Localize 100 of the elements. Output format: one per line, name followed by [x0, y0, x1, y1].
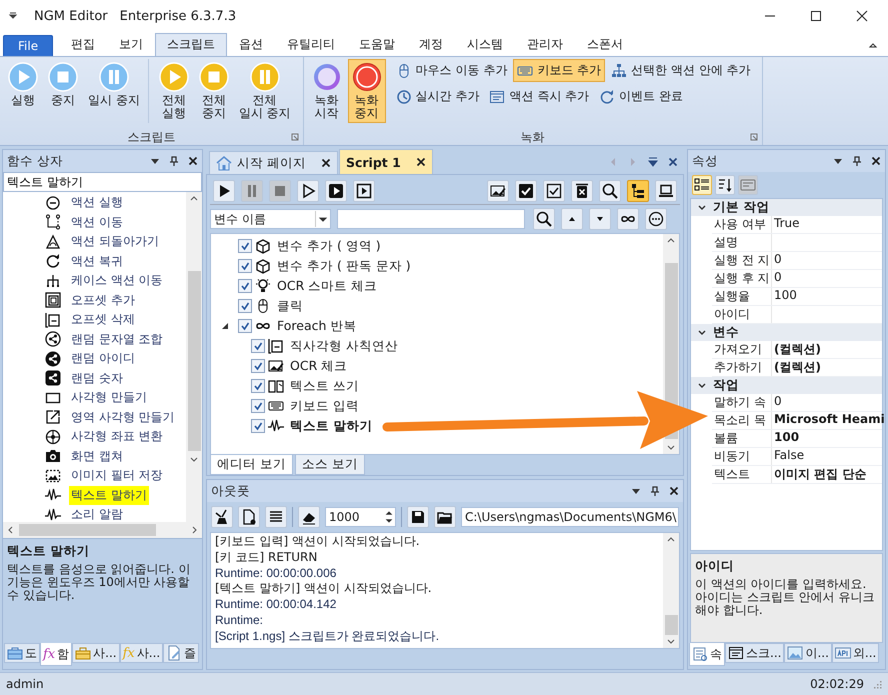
property-value[interactable]: 0: [772, 394, 882, 411]
tree-item[interactable]: Foreach 반복: [277, 318, 356, 334]
resize-grip-icon[interactable]: [872, 679, 882, 689]
menu-tab[interactable]: 도움말: [347, 33, 408, 56]
scroll-up-icon[interactable]: [189, 195, 199, 201]
dropdown-icon[interactable]: [631, 486, 641, 496]
toolbar-button[interactable]: [655, 180, 677, 202]
checkbox[interactable]: [238, 259, 252, 273]
ribbon-action[interactable]: 선택한 액션 안에 추가: [607, 59, 755, 82]
tree-item[interactable]: 변수 추가 ( 판독 문자 ): [277, 258, 411, 274]
maximize-icon[interactable]: [810, 10, 822, 22]
number-field[interactable]: 1000: [325, 507, 396, 527]
chevron-down-icon[interactable]: [697, 202, 707, 212]
menu-tab[interactable]: 옵션: [227, 33, 276, 56]
view-tab[interactable]: 소스 보기: [294, 455, 365, 475]
function-item[interactable]: 화면 캡쳐: [69, 446, 125, 466]
property-value[interactable]: 이미지 편집 단순: [772, 466, 882, 483]
view-tab[interactable]: 에디터 보기: [210, 455, 293, 475]
document-tab[interactable]: 시작 페이지: [209, 151, 338, 174]
filter-button[interactable]: [589, 208, 611, 230]
menu-tab[interactable]: 편집: [59, 33, 108, 56]
function-item[interactable]: 랜덤 문자열 조합: [69, 330, 165, 349]
path-field[interactable]: C:\Users\ngmas\Documents\NGM6\: [461, 507, 679, 527]
panel-tab[interactable]: fx 함: [40, 643, 72, 666]
toolbar-button[interactable]: [434, 506, 456, 528]
toolbar-button[interactable]: [627, 180, 649, 202]
function-item[interactable]: 액션 되돌아가기: [69, 232, 161, 252]
tree-item[interactable]: 키보드 입력: [290, 398, 359, 414]
function-item[interactable]: 오프셋 추가: [69, 290, 137, 310]
panel-tab[interactable]: 즐: [163, 643, 200, 663]
scroll-thumb[interactable]: [664, 615, 678, 635]
ribbon-action[interactable]: 마우스 이동 추가: [392, 59, 512, 82]
record-button[interactable]: 녹화 중지: [348, 59, 386, 123]
field-dropdown[interactable]: 변수 이름: [210, 209, 331, 229]
scroll-thumb[interactable]: [188, 271, 200, 451]
tree-item[interactable]: 변수 추가 ( 영역 ): [277, 238, 381, 254]
toolbar-button[interactable]: [715, 175, 735, 195]
toolbar-button[interactable]: [211, 506, 233, 528]
pin-icon[interactable]: [169, 156, 179, 166]
tree-item[interactable]: 클릭: [277, 298, 303, 314]
launcher-icon[interactable]: [290, 133, 299, 141]
record-button[interactable]: 녹화 시작: [308, 59, 346, 123]
scroll-down-icon[interactable]: [666, 445, 676, 451]
chevron-down-icon[interactable]: [697, 380, 707, 390]
function-item[interactable]: 이미지 필터 저장: [69, 466, 165, 486]
launcher-icon[interactable]: [750, 133, 758, 141]
function-item[interactable]: 오프셋 삭제: [69, 310, 137, 330]
close-icon[interactable]: [856, 10, 868, 22]
pin-icon[interactable]: [852, 156, 862, 166]
property-value[interactable]: (컬렉션): [772, 359, 882, 376]
ribbon-button[interactable]: 전체 실행: [154, 59, 193, 123]
toolbar-button[interactable]: [487, 180, 509, 202]
menu-tab[interactable]: 시스템: [455, 33, 516, 56]
toolbar-button[interactable]: [571, 180, 593, 202]
panel-tab[interactable]: fx 사...: [120, 643, 164, 663]
filter-button[interactable]: [533, 208, 555, 230]
ribbon-action[interactable]: 액션 즉시 추가: [485, 85, 594, 108]
menu-tab[interactable]: 관리자: [515, 33, 576, 56]
scroll-right-icon[interactable]: [192, 525, 198, 535]
checkbox[interactable]: [238, 299, 252, 313]
checkbox[interactable]: [251, 419, 265, 433]
function-item[interactable]: 케이스 액션 이동: [69, 271, 165, 290]
ribbon-button[interactable]: 실행: [4, 59, 42, 123]
toolbar-button[interactable]: [353, 180, 375, 202]
panel-tab[interactable]: 사...: [72, 643, 120, 663]
checkbox[interactable]: [251, 399, 265, 413]
document-tab[interactable]: Script 1: [338, 149, 433, 174]
property-value[interactable]: 100: [772, 288, 882, 305]
dropdown-icon[interactable]: [648, 156, 658, 166]
toolbar-button[interactable]: [599, 180, 621, 202]
toolbar-button[interactable]: [407, 506, 429, 528]
filter-button[interactable]: [645, 208, 667, 230]
menu-tab[interactable]: 계정: [407, 33, 456, 56]
property-value[interactable]: (컬렉션): [772, 341, 882, 358]
filter-button[interactable]: [561, 208, 583, 230]
expanded-icon[interactable]: [221, 322, 229, 330]
tree-item[interactable]: 직사각형 사칙연산: [290, 338, 398, 354]
function-item[interactable]: 소리 알람: [69, 505, 125, 522]
panel-tab[interactable]: 속: [689, 643, 725, 666]
dropdown-icon[interactable]: [833, 156, 843, 166]
scrollbar[interactable]: [186, 192, 202, 522]
scroll-down-icon[interactable]: [666, 639, 676, 645]
scroll-thumb[interactable]: [19, 524, 156, 536]
toolbar-button[interactable]: [298, 506, 320, 528]
chevron-down-icon[interactable]: [697, 328, 707, 338]
filter-button[interactable]: [617, 208, 639, 230]
function-item[interactable]: 랜덤 아이디: [69, 349, 137, 368]
scroll-left-icon[interactable]: [7, 525, 13, 535]
tree-item[interactable]: 텍스트 쓰기: [290, 378, 359, 394]
ribbon-button[interactable]: 전체 일시 중지: [234, 59, 295, 123]
menu-tab[interactable]: 스폰서: [575, 33, 636, 56]
toolbar-button[interactable]: [325, 180, 347, 202]
filter-field[interactable]: [337, 209, 525, 229]
scrollbar[interactable]: [663, 533, 679, 648]
dropdown-icon[interactable]: [8, 11, 18, 21]
toolbar-button[interactable]: [515, 180, 537, 202]
function-item[interactable]: 랜덤 숫자: [69, 368, 125, 388]
property-value[interactable]: False: [772, 448, 882, 465]
panel-tab[interactable]: 이...: [784, 643, 832, 663]
pin-icon[interactable]: [650, 486, 660, 496]
